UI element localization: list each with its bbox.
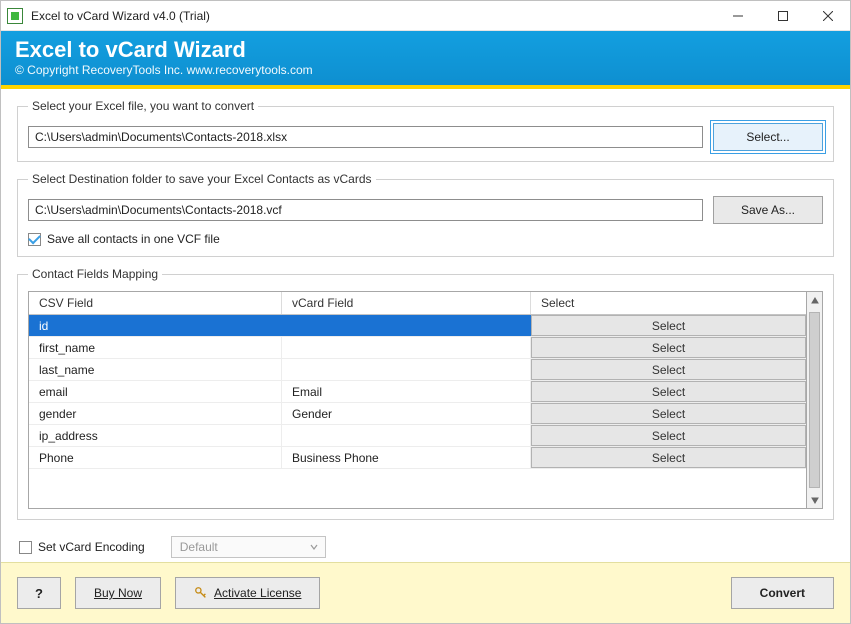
- csv-field-cell: first_name: [29, 337, 282, 358]
- single-vcf-checkbox[interactable]: [28, 233, 41, 246]
- select-mapping-button[interactable]: Select: [531, 315, 806, 336]
- encoding-row: Set vCard Encoding Default: [17, 536, 834, 558]
- vertical-scrollbar[interactable]: [806, 291, 823, 509]
- save-as-button[interactable]: Save As...: [713, 196, 823, 224]
- header-select[interactable]: Select: [531, 292, 806, 314]
- header-vcard[interactable]: vCard Field: [282, 292, 531, 314]
- csv-field-cell: gender: [29, 403, 282, 424]
- convert-button[interactable]: Convert: [731, 577, 834, 609]
- table-row[interactable]: ip_address Select: [29, 425, 806, 447]
- table-row[interactable]: genderGenderSelect: [29, 403, 806, 425]
- chevron-down-icon: [309, 541, 319, 555]
- key-icon: [194, 586, 208, 600]
- mapping-table: CSV Field vCard Field Select idSelectfir…: [28, 291, 806, 509]
- select-mapping-button[interactable]: Select: [531, 359, 806, 380]
- csv-field-cell: Phone: [29, 447, 282, 468]
- mapping-legend: Contact Fields Mapping: [28, 267, 162, 281]
- csv-field-cell: email: [29, 381, 282, 402]
- source-path-input[interactable]: [28, 126, 703, 148]
- source-fieldset: Select your Excel file, you want to conv…: [17, 99, 834, 162]
- mapping-fieldset: Contact Fields Mapping CSV Field vCard F…: [17, 267, 834, 520]
- select-mapping-button[interactable]: Select: [531, 337, 806, 358]
- source-legend: Select your Excel file, you want to conv…: [28, 99, 258, 113]
- vcard-field-cell: [282, 315, 531, 336]
- vcard-field-cell: [282, 337, 531, 358]
- app-icon: [1, 8, 29, 24]
- encoding-dropdown[interactable]: Default: [171, 536, 326, 558]
- destination-path-input[interactable]: [28, 199, 703, 221]
- table-header-row: CSV Field vCard Field Select: [29, 292, 806, 315]
- buy-now-button[interactable]: Buy Now: [75, 577, 161, 609]
- activate-license-button[interactable]: Activate License: [175, 577, 320, 609]
- table-row[interactable]: PhoneBusiness PhoneSelect: [29, 447, 806, 469]
- window-title: Excel to vCard Wizard v4.0 (Trial): [31, 9, 210, 23]
- encoding-value: Default: [180, 540, 218, 554]
- banner-heading: Excel to vCard Wizard: [15, 37, 836, 63]
- minimize-button[interactable]: [715, 1, 760, 30]
- single-vcf-label: Save all contacts in one VCF file: [47, 232, 220, 246]
- main-content: Select your Excel file, you want to conv…: [1, 89, 850, 562]
- close-button[interactable]: [805, 1, 850, 30]
- footer-bar: ? Buy Now Activate License Convert: [1, 562, 850, 623]
- vcard-field-cell: Email: [282, 381, 531, 402]
- maximize-button[interactable]: [760, 1, 805, 30]
- header-csv[interactable]: CSV Field: [29, 292, 282, 314]
- banner-copyright: © Copyright RecoveryTools Inc. www.recov…: [15, 63, 836, 77]
- select-source-button[interactable]: Select...: [713, 123, 823, 151]
- csv-field-cell: id: [29, 315, 282, 336]
- banner: Excel to vCard Wizard © Copyright Recove…: [1, 31, 850, 85]
- encoding-label: Set vCard Encoding: [38, 540, 145, 554]
- title-bar[interactable]: Excel to vCard Wizard v4.0 (Trial): [1, 1, 850, 31]
- csv-field-cell: ip_address: [29, 425, 282, 446]
- select-mapping-button[interactable]: Select: [531, 425, 806, 446]
- help-button[interactable]: ?: [17, 577, 61, 609]
- vcard-field-cell: Business Phone: [282, 447, 531, 468]
- scroll-up-icon[interactable]: [807, 292, 822, 309]
- select-mapping-button[interactable]: Select: [531, 447, 806, 468]
- destination-fieldset: Select Destination folder to save your E…: [17, 172, 834, 257]
- destination-legend: Select Destination folder to save your E…: [28, 172, 376, 186]
- encoding-checkbox[interactable]: [19, 541, 32, 554]
- select-mapping-button[interactable]: Select: [531, 403, 806, 424]
- vcard-field-cell: Gender: [282, 403, 531, 424]
- table-row[interactable]: last_name Select: [29, 359, 806, 381]
- app-window: Excel to vCard Wizard v4.0 (Trial) Excel…: [0, 0, 851, 624]
- table-row[interactable]: first_name Select: [29, 337, 806, 359]
- select-mapping-button[interactable]: Select: [531, 381, 806, 402]
- table-row[interactable]: id Select: [29, 315, 806, 337]
- scroll-down-icon[interactable]: [807, 491, 822, 508]
- scrollbar-thumb[interactable]: [809, 312, 820, 488]
- table-row[interactable]: emailEmailSelect: [29, 381, 806, 403]
- vcard-field-cell: [282, 359, 531, 380]
- csv-field-cell: last_name: [29, 359, 282, 380]
- vcard-field-cell: [282, 425, 531, 446]
